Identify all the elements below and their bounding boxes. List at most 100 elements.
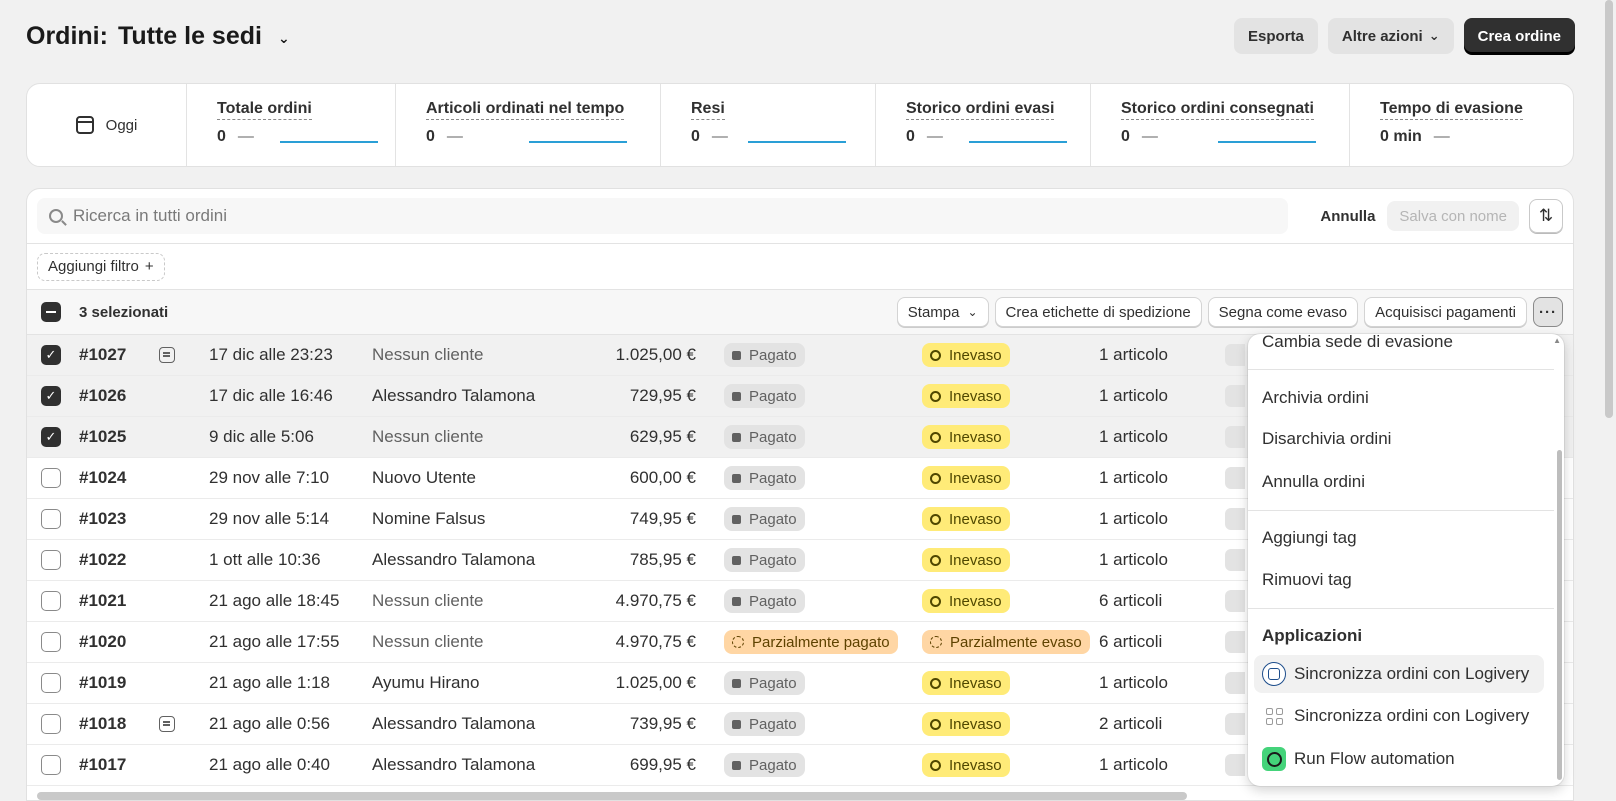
- order-number[interactable]: #1025: [79, 427, 159, 447]
- order-number[interactable]: #1022: [79, 550, 159, 570]
- order-total: 1.025,00 €: [615, 673, 696, 692]
- menu-item-run-flow[interactable]: Run Flow automation: [1254, 740, 1544, 778]
- delivery-badge: [1225, 549, 1245, 571]
- order-number[interactable]: #1027: [79, 345, 159, 365]
- payment-status-badge: Pagato: [724, 425, 805, 449]
- menu-item-cancel-orders[interactable]: Annulla ordini: [1262, 472, 1365, 492]
- payment-status: Pagato: [749, 428, 797, 446]
- cancel-search-button[interactable]: Annulla: [1308, 208, 1387, 225]
- create-order-button[interactable]: Crea ordine: [1463, 18, 1575, 54]
- add-filter-button[interactable]: Aggiungi filtro +: [37, 252, 165, 281]
- row-checkbox[interactable]: [41, 714, 61, 734]
- order-number[interactable]: #1021: [79, 591, 159, 611]
- order-number[interactable]: #1023: [79, 509, 159, 529]
- row-checkbox[interactable]: [41, 591, 61, 611]
- unfulfilled-status-icon: [930, 554, 941, 566]
- metric-label: Storico ordini evasi: [906, 100, 1055, 120]
- fulfillment-status: Inevaso: [949, 428, 1002, 446]
- search-icon: [49, 209, 63, 223]
- calendar-icon: [75, 116, 94, 134]
- export-button[interactable]: Esporta: [1234, 18, 1318, 54]
- row-checkbox[interactable]: [41, 509, 61, 529]
- fulfillment-status: Inevaso: [949, 387, 1002, 405]
- scroll-up-icon[interactable]: ▲: [1553, 336, 1561, 345]
- row-checkbox[interactable]: [41, 632, 61, 652]
- capture-payments-button[interactable]: Acquisisci pagamenti: [1364, 297, 1527, 327]
- delivery-badge: [1225, 713, 1245, 735]
- order-customer: Alessandro Talamona: [372, 714, 536, 733]
- sparkline: [528, 141, 627, 143]
- order-date: 17 dic alle 16:46: [209, 386, 333, 405]
- metric-returns[interactable]: Resi 0 —: [661, 84, 876, 166]
- row-checkbox[interactable]: ✓: [41, 427, 61, 447]
- metric-fulfilled-history[interactable]: Storico ordini evasi 0 —: [876, 84, 1091, 166]
- menu-scrollbar[interactable]: [1557, 450, 1562, 780]
- status-dot-icon: [732, 514, 741, 524]
- save-view-button: Salva con nome: [1387, 201, 1519, 231]
- menu-item-archive[interactable]: Archivia ordini: [1262, 388, 1369, 408]
- search-input[interactable]: [73, 206, 1277, 226]
- order-number[interactable]: #1024: [79, 468, 159, 488]
- search-field[interactable]: [37, 198, 1289, 234]
- row-checkbox[interactable]: ✓: [41, 386, 61, 406]
- partial-status-icon: [930, 636, 942, 648]
- more-actions-button[interactable]: Altre azioni ⌄: [1327, 18, 1454, 54]
- menu-item-logivery-sync-alt[interactable]: Sincronizza ordini con Logivery: [1254, 697, 1544, 735]
- horizontal-scrollbar[interactable]: [37, 792, 1187, 800]
- fulfillment-status-badge: Inevaso: [922, 425, 1010, 449]
- row-checkbox[interactable]: [41, 550, 61, 570]
- menu-item-change-location[interactable]: Cambia sede di evasione: [1262, 334, 1453, 352]
- page-scrollbar[interactable]: [1605, 0, 1613, 418]
- order-date: 29 nov alle 7:10: [209, 468, 330, 487]
- payment-status: Pagato: [749, 674, 797, 692]
- fulfillment-status-badge: Inevaso: [922, 671, 1010, 695]
- order-number[interactable]: #1026: [79, 386, 159, 406]
- payment-cell: Pagato: [696, 753, 914, 777]
- order-number[interactable]: #1017: [79, 755, 159, 775]
- row-checkbox[interactable]: [41, 673, 61, 693]
- menu-item-add-tag[interactable]: Aggiungi tag: [1262, 528, 1357, 548]
- metric-items-ordered[interactable]: Articoli ordinati nel tempo 0 —: [396, 84, 661, 166]
- metric-delivered-history[interactable]: Storico ordini consegnati 0 —: [1091, 84, 1350, 166]
- location-name: Tutte le sedi: [117, 21, 262, 50]
- order-total: 4.970,75 €: [615, 632, 696, 651]
- metric-total-orders[interactable]: Totale ordini 0 —: [187, 84, 396, 166]
- order-items: 1 articolo: [1099, 468, 1168, 487]
- menu-item-remove-tag[interactable]: Rimuovi tag: [1262, 570, 1352, 590]
- order-date: 21 ago alle 18:45: [209, 591, 340, 610]
- fulfillment-status: Inevaso: [949, 469, 1002, 487]
- date-range-picker[interactable]: Oggi: [27, 84, 187, 166]
- sort-icon[interactable]: ⇅: [1529, 199, 1563, 233]
- metric-fulfillment-time[interactable]: Tempo di evasione 0 min —: [1350, 84, 1530, 166]
- menu-item-logivery-sync[interactable]: Sincronizza ordini con Logivery: [1254, 655, 1544, 693]
- order-number[interactable]: #1019: [79, 673, 159, 693]
- metric-delta: —: [711, 128, 728, 145]
- select-all-checkbox[interactable]: [41, 302, 61, 322]
- order-number[interactable]: #1018: [79, 714, 159, 734]
- fulfillment-cell: Parzialmente evaso: [914, 630, 1099, 654]
- row-checkbox[interactable]: ✓: [41, 345, 61, 365]
- payment-status-badge: Pagato: [724, 384, 805, 408]
- order-total: 600,00 €: [629, 468, 696, 487]
- menu-item-unarchive[interactable]: Disarchivia ordini: [1262, 429, 1391, 449]
- mark-fulfilled-button[interactable]: Segna come evaso: [1207, 297, 1359, 327]
- bulk-more-actions-menu: ▲ Cambia sede di evasione Archivia ordin…: [1248, 334, 1564, 786]
- metrics-bar: Oggi Totale ordini 0 — Articoli ordinati …: [26, 83, 1574, 167]
- unfulfilled-status-icon: [930, 595, 941, 607]
- delivery-badge: [1225, 385, 1245, 407]
- row-checkbox[interactable]: [41, 755, 61, 775]
- more-actions-icon[interactable]: ···: [1533, 297, 1563, 327]
- row-checkbox[interactable]: [41, 468, 61, 488]
- location-selector[interactable]: Ordini: Tutte le sedi ⌄: [26, 22, 290, 51]
- print-button[interactable]: Stampa ⌄: [896, 297, 989, 327]
- order-total: 729,95 €: [629, 386, 696, 405]
- metric-value: 0: [1121, 128, 1130, 145]
- print-label: Stampa: [907, 303, 960, 321]
- fulfillment-status-badge: Inevaso: [922, 589, 1010, 613]
- header-actions: Esporta Altre azioni ⌄ Crea ordine: [1234, 18, 1575, 54]
- partial-status-icon: [732, 636, 744, 648]
- fulfillment-status-badge: Inevaso: [922, 548, 1010, 572]
- create-labels-button[interactable]: Crea etichette di spedizione: [994, 297, 1202, 327]
- fulfillment-status-badge: Inevaso: [922, 343, 1010, 367]
- order-number[interactable]: #1020: [79, 632, 159, 652]
